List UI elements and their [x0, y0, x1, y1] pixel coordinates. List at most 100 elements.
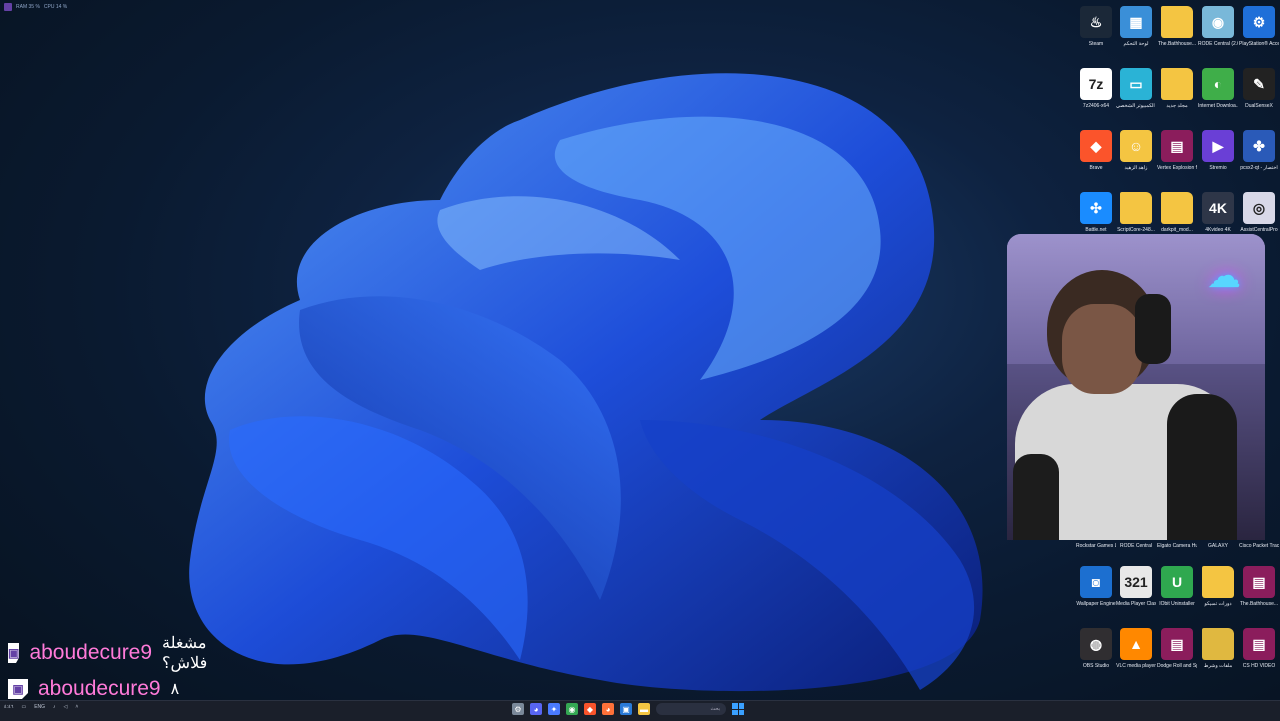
this-pc-icon: ▭ [1120, 68, 1152, 100]
desktop-icon-label[interactable]: Cisco Packet Tracer [1239, 540, 1279, 549]
desktop-icon[interactable]: ▤ The.Bathhouse... [1239, 566, 1279, 607]
tray-expand-icon[interactable]: ˄ [75, 704, 78, 710]
desktop-icon[interactable]: darkpit_mod... [1157, 192, 1197, 233]
desktop-icon-label: هذا الكمبيوتر الشخصي [1116, 103, 1156, 109]
desktop-icon-label-text: GALAXY [1207, 543, 1228, 549]
desktop-icon[interactable]: ✤ pcsx2-qt - اختصار [1239, 130, 1279, 171]
desktop-icon[interactable]: ◍ OBS Studio [1076, 628, 1116, 669]
desktop-icon[interactable]: ◆ Brave [1076, 130, 1116, 171]
folder-icon [1161, 68, 1193, 100]
mpc-icon: 321 [1120, 566, 1152, 598]
desktop-icon-label: darkpit_mod... [1161, 227, 1193, 233]
copilot-icon[interactable]: ✦ [548, 703, 560, 715]
desktop-icon[interactable]: ⚙ PlayStation® Accessories [1239, 6, 1279, 47]
desktop-icon[interactable]: ◎ AssistCentralPro [1239, 192, 1279, 233]
desktop-icon-label: PlayStation® Accessories [1239, 41, 1279, 47]
cpu-usage: CPU 14 % [43, 4, 68, 10]
desktop-icon-label[interactable]: Elgato Camera Hub [1157, 540, 1197, 549]
desktop-icon[interactable]: ▤ Dodge Roll and Sprint-496-2-36... [1157, 628, 1197, 669]
desktop-icon-label: دورات تسيكو [1204, 601, 1232, 607]
firefox-icon[interactable]: ◕ [602, 703, 614, 715]
idm-icon: ◐ [1202, 68, 1234, 100]
desktop-icon-label: Wallpaper Engine [1076, 601, 1116, 607]
steam-icon: ♨ [1080, 6, 1112, 38]
winrar-icon: ▤ [1161, 628, 1193, 660]
brave-icon[interactable]: ◆ [584, 703, 596, 715]
desktop-icon[interactable]: The.Bathhouse... [1157, 6, 1197, 47]
desktop-icon-label-text: Elgato Camera Hub [1157, 543, 1197, 549]
desktop-icon[interactable]: ◉ RODE Central (2.0.65) [1198, 6, 1238, 47]
headphones-icon [1135, 294, 1171, 364]
desktop-icon[interactable]: مجلد جديد [1157, 68, 1197, 109]
desktop-icon-label: VLC media player [1116, 663, 1156, 669]
discord-icon[interactable]: ◕ [530, 703, 542, 715]
chat-username: aboudecure9 [38, 677, 161, 700]
desktop-icon[interactable]: 7z 7z2406-x64 [1076, 68, 1116, 109]
store-icon[interactable]: ▣ [620, 703, 632, 715]
desktop-icon[interactable]: ✎ DualSenseX [1239, 68, 1279, 109]
desktop-icon-label: IObit Uninstaller [1159, 601, 1195, 607]
desktop-icon[interactable]: ملفات وشرط [1198, 628, 1238, 669]
desktop-icon-label: pcsx2-qt - اختصار [1240, 165, 1278, 171]
folder-icon [1161, 192, 1193, 224]
chat-message: ▣ aboudecure9 مشغلة فلاش؟ [8, 635, 216, 672]
desktop-icon[interactable]: ScriptCore-248... [1116, 192, 1156, 233]
vlc-icon: ▲ [1120, 628, 1152, 660]
webcam-overlay: ☁ [1007, 234, 1265, 540]
rode-central-icon: ◉ [1202, 6, 1234, 38]
taskbar: ٤:٤٦ ▭ ENG ♪ ◁ ˄ ⚙ ◕ ✦ ◉ ◆ ◕ ▣ ▬ بحث [0, 700, 1280, 721]
desktop-icon-label[interactable]: GALAXY [1198, 540, 1238, 549]
4k-icon: 4K [1202, 192, 1234, 224]
language-indicator[interactable]: ENG [34, 704, 45, 710]
desktop-icon[interactable]: 321 Media Player Classic [1116, 566, 1156, 607]
neon-cloud-icon: ☁ [1207, 257, 1241, 295]
file-explorer-icon[interactable]: ▬ [638, 703, 650, 715]
desktop-icon[interactable]: ✣ Battle.net [1076, 192, 1116, 233]
desktop-icon-label-text: Rockstar Games Launcher [1076, 543, 1116, 549]
desktop-icon[interactable]: ▭ هذا الكمبيوتر الشخصي [1116, 68, 1156, 109]
stremio-icon: ▶ [1202, 130, 1234, 162]
desktop-icon-label: زاهد الزهيد [1124, 165, 1148, 171]
desktop-icon[interactable]: ☺ زاهد الزهيد [1116, 130, 1156, 171]
desktop-icon[interactable]: ▲ VLC media player [1116, 628, 1156, 669]
user-folder-icon: ☺ [1120, 130, 1152, 162]
desktop-icon[interactable]: دورات تسيكو [1198, 566, 1238, 607]
clock[interactable]: ٤:٤٦ [4, 704, 13, 710]
chrome-icon[interactable]: ◉ [566, 703, 578, 715]
desktop-icon[interactable]: ▤ Vertex Explosion fix-109-1-0-17... [1157, 130, 1197, 171]
desktop-icon-label: ScriptCore-248... [1117, 227, 1155, 233]
desktop-icon[interactable]: ◐ Internet Downloa... [1198, 68, 1238, 109]
battlenet-icon: ✣ [1080, 192, 1112, 224]
desktop-icon[interactable]: 4K 4Kvideo 4K [1198, 192, 1238, 233]
display-icon[interactable]: ▭ [21, 704, 26, 710]
desktop-icon[interactable]: ▤ CS HD VIDEO [1239, 628, 1279, 669]
desktop-icon-label: CS HD VIDEO [1242, 663, 1276, 669]
control-panel-icon: ▦ [1120, 6, 1152, 38]
desktop-icon[interactable]: ▦ لوحة التحكم [1116, 6, 1156, 47]
volume-icon[interactable]: ◁ [64, 704, 68, 710]
desktop-icon-label: Internet Downloa... [1198, 103, 1238, 109]
folder-icon [1202, 628, 1234, 660]
chat-message-text: مشغلة فلاش؟ [162, 635, 208, 672]
desktop-icon[interactable]: ◙ Wallpaper Engine [1076, 566, 1116, 607]
desktop-icon-label[interactable]: RODE Central [1116, 540, 1156, 549]
twitch-icon: ▣ [8, 679, 28, 699]
desktop-icon-label: مجلد جديد [1166, 103, 1188, 109]
desktop-icon[interactable]: U IObit Uninstaller [1157, 566, 1197, 607]
mic-icon[interactable]: ♪ [53, 704, 56, 710]
settings-icon[interactable]: ⚙ [512, 703, 524, 715]
winrar-icon: ▤ [1243, 566, 1275, 598]
desktop-icon[interactable]: ♨ Steam [1076, 6, 1116, 47]
desktop-icon-label[interactable]: Rockstar Games Launcher [1076, 540, 1116, 549]
playstation-icon: ⚙ [1243, 6, 1275, 38]
desktop-icon[interactable]: ▶ Stremio [1198, 130, 1238, 171]
desktop-icon-label: لوحة التحكم [1123, 41, 1149, 47]
pcsx2-icon: ✤ [1243, 130, 1275, 162]
twitch-icon [4, 3, 12, 11]
taskbar-search[interactable]: بحث [656, 703, 726, 715]
desktop-icon-label: Media Player Classic [1116, 601, 1156, 607]
start-button[interactable] [732, 703, 744, 715]
folder-icon [1161, 6, 1193, 38]
folder-icon [1120, 192, 1152, 224]
ram-usage: RAM 35 % [16, 4, 40, 10]
